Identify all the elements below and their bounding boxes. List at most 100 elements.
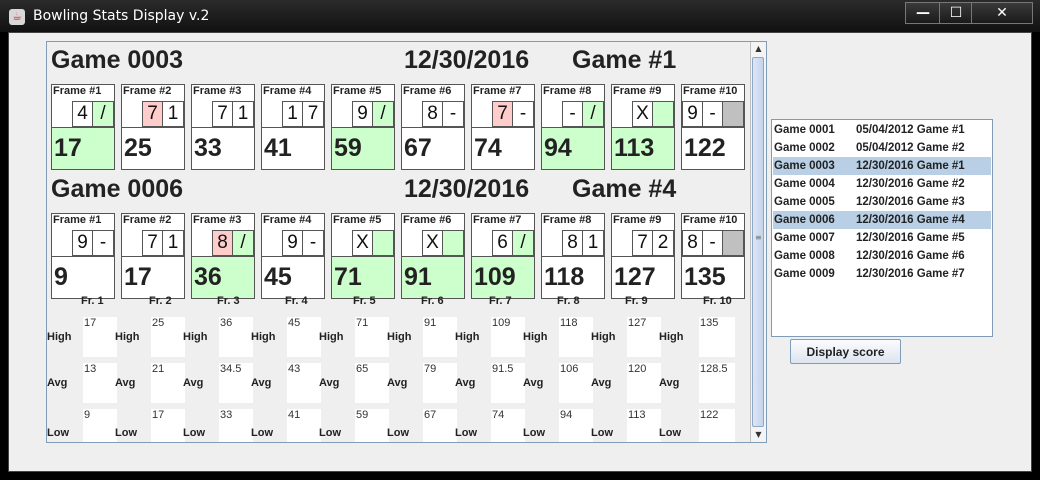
stat-high-label: High bbox=[183, 331, 208, 343]
game-list-item[interactable]: Game 0002 05/04/2012 Game #2 bbox=[773, 139, 991, 157]
games-scroll-pane[interactable]: Game 0003 12/30/2016 Game #1 Frame #1 4/17 Fr… bbox=[46, 41, 767, 443]
stat-high-label: High bbox=[387, 331, 412, 343]
game-list-item[interactable]: Game 0009 12/30/2016 Game #7 bbox=[773, 265, 991, 283]
stats-frame-label: Fr. 10 bbox=[703, 295, 732, 307]
minimize-button[interactable]: — bbox=[905, 2, 941, 24]
stat-avg-label: Avg bbox=[659, 377, 680, 389]
stat-avg-value: 120 bbox=[627, 363, 661, 403]
stat-low-label: Low bbox=[659, 427, 681, 439]
ball-box: X bbox=[352, 230, 373, 256]
game-list-item[interactable]: Game 0001 05/04/2012 Game #1 bbox=[773, 121, 991, 139]
game-list-item[interactable]: Game 0007 12/30/2016 Game #5 bbox=[773, 229, 991, 247]
frame-box: Frame #5 X 71 bbox=[331, 213, 395, 299]
game-date-heading: 12/30/2016 bbox=[404, 175, 530, 203]
frame-label: Frame #7 bbox=[473, 214, 522, 226]
ball-box: X bbox=[632, 101, 653, 127]
ball-box: / bbox=[582, 101, 604, 127]
stat-high-value: 118 bbox=[559, 317, 593, 357]
game-list-item[interactable]: Game 0008 12/30/2016 Game #6 bbox=[773, 247, 991, 265]
maximize-button[interactable]: ☐ bbox=[939, 2, 973, 24]
stat-high-value: 127 bbox=[627, 317, 661, 357]
frame-label: Frame #4 bbox=[263, 85, 312, 97]
ball-box: / bbox=[232, 230, 254, 256]
frame-score: 91 bbox=[402, 256, 464, 298]
stat-high-label: High bbox=[115, 331, 140, 343]
scroll-up-icon[interactable]: ▲ bbox=[751, 42, 766, 56]
stat-high-label: High bbox=[591, 331, 616, 343]
stat-avg-label: Avg bbox=[319, 377, 340, 389]
game-number-heading: Game #1 bbox=[572, 46, 677, 74]
scroll-down-icon[interactable]: ▼ bbox=[751, 428, 766, 442]
frame-score: 59 bbox=[332, 127, 394, 169]
frame-label: Frame #3 bbox=[193, 85, 242, 97]
stats-frame-label: Fr. 6 bbox=[421, 295, 444, 307]
stat-high-value: 45 bbox=[287, 317, 321, 357]
ball-box: - bbox=[442, 101, 464, 127]
game-list[interactable]: Game 0001 05/04/2012 Game #1 Game 0002 05/0… bbox=[771, 119, 993, 337]
frame-box: Frame #9 X 113 bbox=[611, 84, 675, 170]
ball-box: 1 bbox=[232, 101, 254, 127]
ball-box: 8 bbox=[562, 230, 583, 256]
ball-box: 8 bbox=[682, 230, 703, 256]
stat-low-value: 122 bbox=[699, 409, 735, 442]
stat-avg-value: 79 bbox=[423, 363, 457, 403]
frame-label: Frame #6 bbox=[403, 85, 452, 97]
stat-low-value: 67 bbox=[423, 409, 457, 442]
ball-box bbox=[542, 101, 563, 127]
frame-score: 9 bbox=[52, 256, 114, 298]
close-button[interactable]: ✕ bbox=[971, 2, 1033, 24]
ball-box: 7 bbox=[492, 101, 513, 127]
game-list-id: Game 0009 bbox=[774, 268, 835, 280]
stats-frame-label: Fr. 5 bbox=[353, 295, 376, 307]
ball-box bbox=[722, 101, 744, 127]
stat-low-value: 17 bbox=[151, 409, 185, 442]
ball-box: 7 bbox=[142, 230, 163, 256]
ball-box: 8 bbox=[422, 101, 443, 127]
frame-box: Frame #9 7 2 127 bbox=[611, 213, 675, 299]
stat-low-label: Low bbox=[591, 427, 613, 439]
display-score-button[interactable]: Display score bbox=[790, 339, 901, 364]
frame-score: 113 bbox=[612, 127, 674, 169]
stat-high-value: 36 bbox=[219, 317, 253, 357]
stats-frame-label: Fr. 2 bbox=[149, 295, 172, 307]
frame-box: Frame #10 8-135 bbox=[681, 213, 745, 299]
frame-score: 109 bbox=[472, 256, 534, 298]
stat-high-value: 17 bbox=[83, 317, 117, 357]
stat-avg-label: Avg bbox=[115, 377, 136, 389]
frame-score: 17 bbox=[52, 127, 114, 169]
ball-box bbox=[472, 230, 493, 256]
stat-low-value: 74 bbox=[491, 409, 525, 442]
ball-box: 9 bbox=[352, 101, 373, 127]
game-list-item[interactable]: Game 0004 12/30/2016 Game #2 bbox=[773, 175, 991, 193]
ball-box bbox=[332, 230, 353, 256]
frame-box: Frame #7 6/109 bbox=[471, 213, 535, 299]
scroll-thumb[interactable]: ≡ bbox=[752, 57, 764, 427]
game-list-item[interactable]: Game 0003 12/30/2016 Game #1 bbox=[773, 157, 991, 175]
stat-high-value: 135 bbox=[699, 317, 735, 357]
ball-box: - bbox=[702, 230, 723, 256]
stat-low-label: Low bbox=[319, 427, 341, 439]
stat-low-value: 33 bbox=[219, 409, 253, 442]
frame-score: 122 bbox=[682, 127, 744, 169]
game-list-item[interactable]: Game 0006 12/30/2016 Game #4 bbox=[773, 211, 991, 229]
ball-box bbox=[472, 101, 493, 127]
vertical-scrollbar[interactable]: ▲ ≡ ▼ bbox=[750, 42, 766, 442]
game-list-id: Game 0007 bbox=[774, 232, 835, 244]
ball-box: 9 bbox=[72, 230, 93, 256]
game-id-heading: Game 0003 bbox=[51, 46, 184, 74]
game-list-item[interactable]: Game 0005 12/30/2016 Game #3 bbox=[773, 193, 991, 211]
stat-low-value: 41 bbox=[287, 409, 321, 442]
ball-box: 9 bbox=[682, 101, 703, 127]
ball-box: / bbox=[512, 230, 534, 256]
stat-low-label: Low bbox=[523, 427, 545, 439]
stat-avg-label: Avg bbox=[591, 377, 612, 389]
game-list-desc: 12/30/2016 Game #7 bbox=[856, 268, 965, 280]
game-date-heading: 12/30/2016 bbox=[404, 46, 530, 74]
game-list-desc: 12/30/2016 Game #1 bbox=[856, 160, 965, 172]
ball-box bbox=[402, 101, 423, 127]
frame-score: 67 bbox=[402, 127, 464, 169]
frame-box: Frame #6 X 91 bbox=[401, 213, 465, 299]
stats-frame-label: Fr. 7 bbox=[489, 295, 512, 307]
frame-box: Frame #8 8 1 118 bbox=[541, 213, 605, 299]
ball-box bbox=[192, 101, 213, 127]
